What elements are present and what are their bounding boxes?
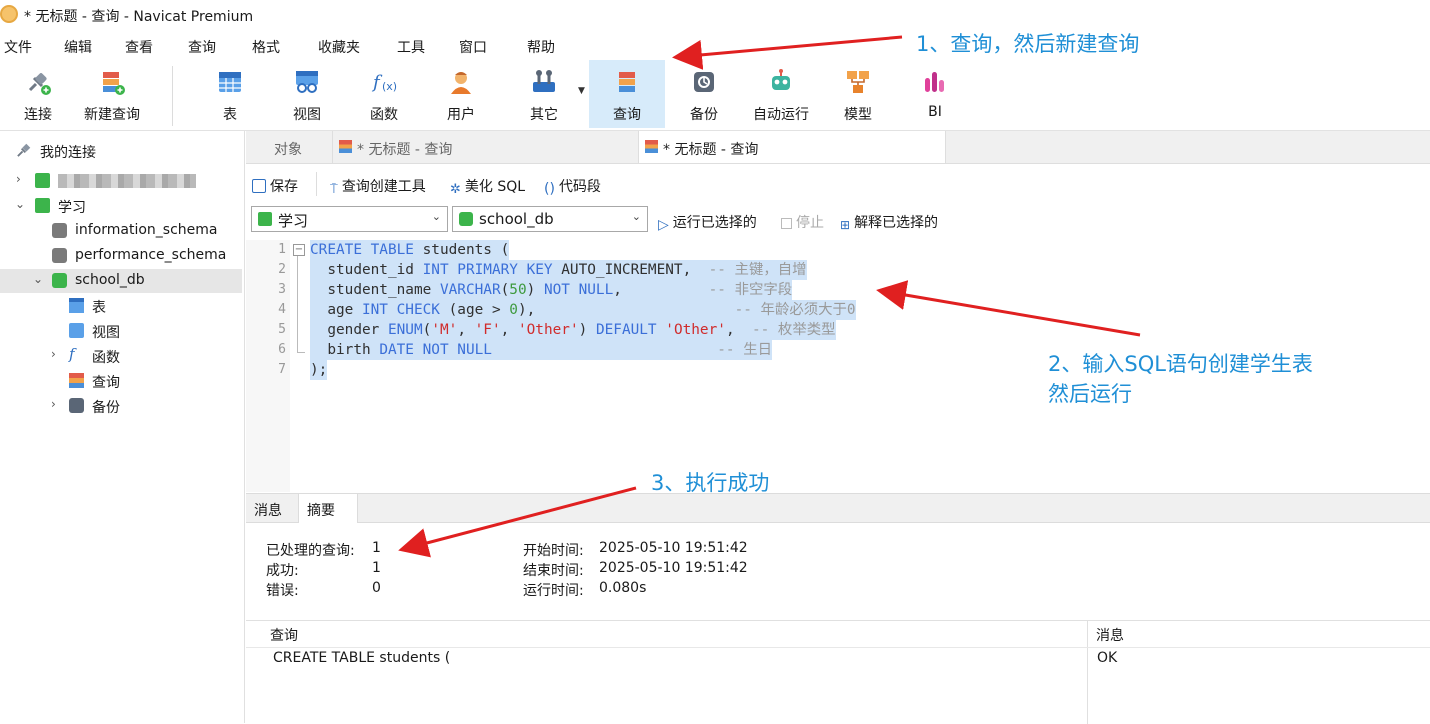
arrow-to-sql-editor <box>876 280 1141 337</box>
annotation-arrows <box>398 35 1141 558</box>
arrow-to-summary <box>398 486 637 558</box>
arrow-to-query-button <box>672 35 903 70</box>
